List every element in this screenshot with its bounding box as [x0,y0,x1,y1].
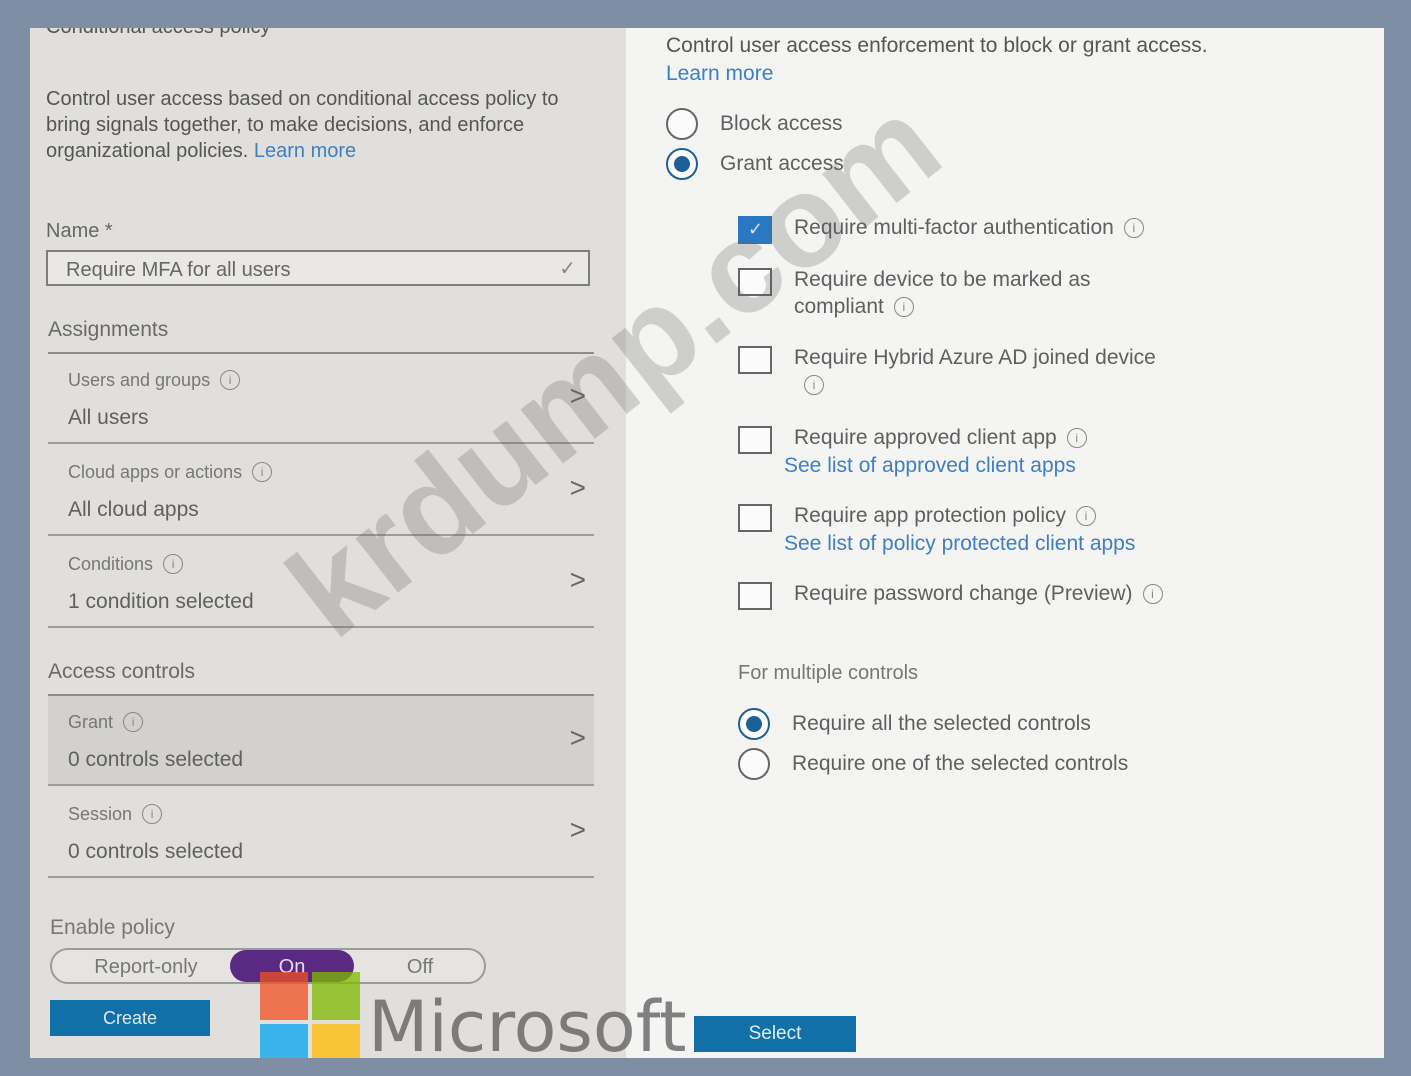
policy-blade: Conditional access policy Control user a… [30,28,626,1058]
row-value: 0 controls selected [68,748,244,771]
grant-access-radio[interactable] [666,148,698,180]
info-icon[interactable]: i [1123,218,1144,238]
approved-apps-link[interactable]: See list of approved client apps [784,454,1076,478]
row-label: Grant i [68,712,144,733]
mfa-checkbox[interactable] [738,216,772,244]
blade-header: Conditional access policy [46,28,271,39]
name-label: Name * [46,220,113,242]
conditions-row[interactable]: Conditions i 1 condition selected > [48,538,594,628]
row-value: 0 controls selected [68,840,244,863]
hybrid-joined-label: Require Hybrid Azure AD joined devicei [794,344,1174,398]
row-label: Users and groups i [68,370,241,391]
info-icon[interactable]: i [252,462,273,482]
info-icon[interactable]: i [142,804,163,824]
block-access-option[interactable]: Block access [666,108,843,140]
protected-apps-link[interactable]: See list of policy protected client apps [784,532,1135,556]
create-button[interactable]: Create [50,1000,210,1036]
app-protection-checkbox[interactable] [738,504,772,532]
require-all-option[interactable]: Require all the selected controls [738,708,1091,740]
require-one-radio[interactable] [738,748,770,780]
grant-description-text: Control user access enforcement to block… [666,34,1208,57]
policy-description: Control user access based on conditional… [46,86,566,164]
users-and-groups-row[interactable]: Users and groups i All users > [48,354,594,444]
info-icon[interactable]: i [123,712,144,732]
block-access-radio[interactable] [666,108,698,140]
row-value: All cloud apps [68,498,199,521]
chevron-right-icon: > [569,564,586,595]
chevron-right-icon: > [569,472,586,503]
mfa-label: Require multi-factor authentication i [794,214,1254,241]
assignments-heading: Assignments [48,318,169,341]
password-change-checkbox[interactable] [738,582,772,610]
name-field-box[interactable]: ✓ [46,250,590,286]
grant-blade: Control user access enforcement to block… [626,28,1384,1058]
info-icon[interactable]: i [1076,506,1096,526]
grant-access-label: Grant access [720,152,844,175]
grant-row[interactable]: Grant i 0 controls selected > [48,696,594,786]
session-row[interactable]: Session i 0 controls selected > [48,788,594,878]
enable-policy-label: Enable policy [50,916,175,939]
approved-app-checkbox[interactable] [738,426,772,454]
compliant-device-checkbox[interactable] [738,268,772,296]
toggle-report-only[interactable]: Report-only [60,950,232,982]
approved-app-label: Require approved client app i [794,424,1254,451]
require-one-option[interactable]: Require one of the selected controls [738,748,1128,780]
microsoft-logo-icon [260,972,360,1058]
password-change-label: Require password change (Preview) i [794,580,1254,607]
learn-more-link[interactable]: Learn more [254,140,356,162]
access-controls-heading: Access controls [48,660,196,683]
hybrid-joined-checkbox[interactable] [738,346,772,374]
name-field[interactable] [64,256,538,284]
row-label: Conditions i [68,554,184,575]
learn-more-link[interactable]: Learn more [666,62,773,85]
info-icon[interactable]: i [804,375,824,395]
microsoft-wordmark: Microsoft [368,986,687,1058]
info-icon[interactable]: i [1066,428,1087,448]
grant-description: Control user access enforcement to block… [666,32,1226,88]
row-label: Cloud apps or actions i [68,462,273,483]
info-icon[interactable]: i [1142,584,1163,604]
block-access-label: Block access [720,112,843,135]
chevron-right-icon: > [569,814,586,845]
row-label: Session i [68,804,163,825]
row-value: All users [68,406,149,429]
select-button[interactable]: Select [694,1016,856,1052]
info-icon[interactable]: i [163,554,184,574]
info-icon[interactable]: i [893,297,914,317]
grant-access-option[interactable]: Grant access [666,148,844,180]
require-all-radio[interactable] [738,708,770,740]
checkmark-icon: ✓ [559,258,576,280]
chevron-right-icon: > [569,380,586,411]
require-one-label: Require one of the selected controls [792,752,1129,775]
row-value: 1 condition selected [68,590,254,613]
screenshot-photo: Conditional access policy Control user a… [30,28,1384,1058]
toggle-off[interactable]: Off [358,950,482,982]
cloud-apps-row[interactable]: Cloud apps or actions i All cloud apps > [48,446,594,536]
info-icon[interactable]: i [220,370,241,390]
require-all-label: Require all the selected controls [792,712,1091,735]
chevron-right-icon: > [569,722,586,753]
app-protection-label: Require app protection policy i [794,502,1254,529]
compliant-device-label: Require device to be marked as compliant… [794,268,1091,318]
multiple-controls-label: For multiple controls [738,662,919,684]
